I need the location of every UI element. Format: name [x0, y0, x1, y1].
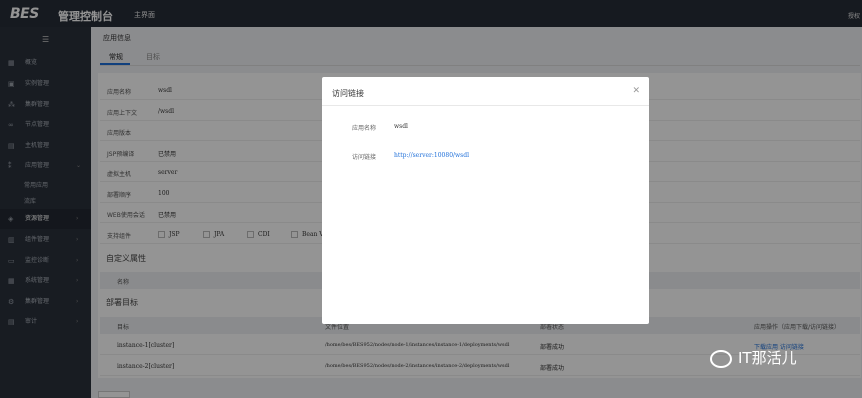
close-icon[interactable]: ✕: [632, 86, 640, 96]
watermark: IT那活儿: [710, 347, 797, 368]
app-name-label: 应用名称: [352, 125, 377, 132]
access-link[interactable]: http://server:10080/wsdl: [394, 152, 469, 159]
app-name-value: wsdl: [394, 123, 408, 130]
dialog-title: 访问链接: [332, 89, 364, 98]
link-label: 访问链接: [352, 154, 377, 161]
dialog-divider: [322, 105, 649, 106]
access-link-dialog: 访问链接 ✕ 应用名称 wsdl 访问链接 http://server:1008…: [322, 77, 649, 324]
wechat-icon: [710, 349, 732, 368]
